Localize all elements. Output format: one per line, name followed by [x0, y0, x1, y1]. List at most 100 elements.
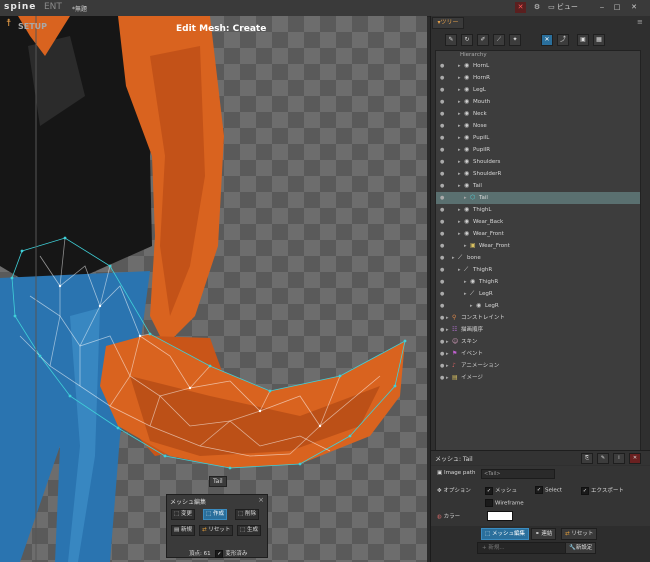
visibility-icon[interactable]: ● [440, 72, 444, 84]
expand-icon[interactable]: ▸ [458, 264, 461, 276]
visibility-icon[interactable]: ● [440, 240, 444, 252]
visibility-icon[interactable]: ● [440, 60, 444, 72]
export-checkbox[interactable]: ✓ [581, 486, 589, 495]
tab-tree[interactable]: ▾ツリー [432, 17, 464, 29]
edit-icon[interactable]: ✎ [597, 453, 609, 464]
select-checkbox[interactable]: ✓ [535, 486, 543, 494]
expand-icon[interactable]: ▸ [446, 336, 449, 348]
generate-button[interactable]: ⬚ 生成 [237, 525, 261, 536]
tree-item[interactable]: ● ▸ ◉ PupilL [436, 132, 640, 144]
tree-item[interactable]: ● ▸ ◉ ThighR [436, 276, 640, 288]
expand-icon[interactable]: ▸ [458, 180, 461, 192]
tree-item[interactable]: ● ▸ ◉ Nose [436, 120, 640, 132]
modify-button[interactable]: ⬚ 変更 [171, 509, 195, 520]
visibility-icon[interactable]: ● [440, 336, 444, 348]
expand-icon[interactable]: ▸ [458, 156, 461, 168]
visibility-icon[interactable]: ● [440, 216, 444, 228]
expand-icon[interactable]: ▸ [458, 108, 461, 120]
tree-item[interactable]: ● ▸ ◉ HornR [436, 72, 640, 84]
slot-tool-icon[interactable]: ▦ [593, 34, 605, 46]
settings-icon[interactable]: ⚙ [532, 2, 542, 13]
link-button[interactable]: ⚭ 連結 [531, 528, 557, 540]
maximize-icon[interactable]: □ [612, 2, 622, 13]
visibility-icon[interactable]: ● [440, 108, 444, 120]
expand-icon[interactable]: ▸ [458, 120, 461, 132]
expand-icon[interactable]: ▸ [446, 360, 449, 372]
tree-item[interactable]: ● ▸ ⟋ LegR [436, 288, 640, 300]
expand-icon[interactable]: ▸ [458, 72, 461, 84]
delete-button[interactable]: ⬚ 削除 [235, 509, 259, 520]
new-setting-button[interactable]: 🔧新設定 [565, 542, 597, 554]
visibility-icon[interactable]: ● [440, 192, 444, 204]
visibility-icon[interactable]: ● [440, 360, 444, 372]
tree-item[interactable]: ● ▸ ▣ Wear_Front [436, 240, 640, 252]
image-path-field[interactable]: <Tail> [481, 469, 555, 479]
visibility-icon[interactable]: ● [440, 252, 444, 264]
expand-icon[interactable]: ▸ [452, 252, 455, 264]
tree-item[interactable]: ● ▸ ◉ ShoulderR [436, 168, 640, 180]
tree-item[interactable]: ● ▸ ◉ Wear_Front [436, 228, 640, 240]
panel-menu-icon[interactable]: ≡ [637, 18, 643, 26]
export-option[interactable]: ✓ エクスポート [581, 486, 624, 495]
expand-icon[interactable]: ▸ [458, 204, 461, 216]
tree-item[interactable]: ● ▸ ◉ ThighL [436, 204, 640, 216]
expand-icon[interactable]: ▸ [458, 60, 461, 72]
edit-mesh-button[interactable]: ⬚ メッシュ編集 [481, 528, 529, 540]
close-icon[interactable]: ✕ [628, 2, 640, 13]
rotate-icon[interactable]: ↻ [461, 34, 473, 46]
wireframe-checkbox[interactable] [485, 499, 493, 507]
visibility-icon[interactable]: ● [440, 156, 444, 168]
new-button[interactable]: ▤ 新規 [171, 525, 195, 536]
info-icon[interactable]: i [613, 453, 625, 464]
minimize-icon[interactable]: ‒ [597, 2, 607, 13]
expand-icon[interactable]: ▸ [458, 96, 461, 108]
tree-item[interactable]: ● ▸ ⟋ bone [436, 252, 640, 264]
visibility-icon[interactable]: ● [440, 276, 444, 288]
tree-item[interactable]: ● ▸ ◉ HornL [436, 60, 640, 72]
pen-icon[interactable]: ✐ [477, 34, 489, 46]
tree-item[interactable]: ● ▸ ☺ スキン [436, 336, 640, 348]
brush-icon[interactable]: ⟋ [493, 34, 505, 46]
visibility-icon[interactable]: ● [440, 168, 444, 180]
expand-icon[interactable]: ▸ [458, 84, 461, 96]
mesh-tool-icon[interactable]: ✕ [541, 34, 553, 46]
record-icon[interactable]: ✕ [515, 2, 526, 13]
tree-item[interactable]: ● ▸ ◉ Neck [436, 108, 640, 120]
close-icon[interactable]: × [258, 496, 264, 504]
tree-item[interactable]: ● ▸ ◉ LegR [436, 300, 640, 312]
expand-icon[interactable]: ▸ [470, 300, 473, 312]
visibility-icon[interactable]: ● [440, 264, 444, 276]
tree-item[interactable]: ● ▸ ◉ LegL [436, 84, 640, 96]
tree-item[interactable]: ● ▸ ⚑ イベント [436, 348, 640, 360]
visibility-icon[interactable]: ● [440, 324, 444, 336]
tree-item[interactable]: ● ▸ ◉ PupilR [436, 144, 640, 156]
visibility-icon[interactable]: ● [440, 144, 444, 156]
editor-viewport[interactable]: ☨ SETUP Edit Mesh: Create Tail メッシュ編集 × … [0, 16, 427, 562]
weights-icon[interactable]: ⤴ [557, 34, 569, 46]
visibility-icon[interactable]: ● [440, 132, 444, 144]
view-menu[interactable]: ▭ ビュー [546, 2, 580, 13]
tree-item[interactable]: ● ▸ ◉ Tail [436, 180, 640, 192]
expand-icon[interactable]: ▸ [446, 372, 449, 384]
tree-item[interactable]: ● ▸ ▤ イメージ [436, 372, 640, 384]
reset-button[interactable]: ⇄ リセット [199, 525, 234, 536]
tree-item[interactable]: ● ▸ ◉ Mouth [436, 96, 640, 108]
expand-icon[interactable]: ▸ [458, 144, 461, 156]
image-tool-icon[interactable]: ▣ [577, 34, 589, 46]
hierarchy-tree[interactable]: Hierarchy ● ▸ ◉ HornL ● ▸ ◉ HornR ● ▸ ◉ LegL ● ▸ ◉ Mout… [435, 50, 641, 452]
visibility-icon[interactable]: ● [440, 204, 444, 216]
tree-item[interactable]: ● ▸ ◉ Shoulders [436, 156, 640, 168]
expand-icon[interactable]: ▸ [446, 312, 449, 324]
expand-icon[interactable]: ▸ [446, 348, 449, 360]
color-swatch[interactable] [487, 511, 513, 521]
remove-icon[interactable]: ✕ [629, 453, 641, 464]
new-search-field[interactable]: + 新規... [477, 542, 567, 554]
visibility-icon[interactable]: ● [440, 84, 444, 96]
visibility-icon[interactable]: ● [440, 348, 444, 360]
visibility-icon[interactable]: ● [440, 120, 444, 132]
tree-item[interactable]: ● ▸ ⚲ コンストレイント [436, 312, 640, 324]
create-button[interactable]: ⬚ 作成 [203, 509, 227, 520]
visibility-icon[interactable]: ● [440, 312, 444, 324]
expand-icon[interactable]: ▸ [446, 324, 449, 336]
visibility-icon[interactable]: ● [440, 96, 444, 108]
